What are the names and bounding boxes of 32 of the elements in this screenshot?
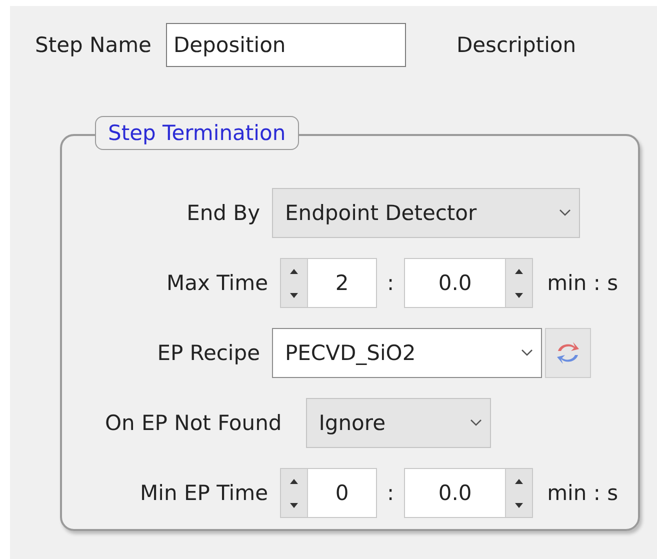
field-label: End By [186,201,260,225]
step-name-label: Step Name [35,33,152,57]
dropdown[interactable]: Endpoint Detector [272,188,580,238]
description-label: Description [456,33,576,57]
dropdown[interactable]: Ignore [306,398,491,448]
up-arrow-icon [515,478,524,484]
refresh-button[interactable] [545,328,591,378]
time-separator: : [387,481,394,505]
up-arrow-icon [515,268,524,274]
chevron-down-icon [559,209,571,217]
up-arrow-icon [290,478,298,484]
field-label: Max Time [166,271,268,295]
field-label: EP Recipe [156,341,260,365]
group-title: Step Termination [95,116,299,150]
down-arrow-icon [290,292,298,298]
unit-label: min : s [547,481,618,505]
seconds-field[interactable]: 0.0 [404,468,534,518]
up-arrow-icon [290,268,298,274]
down-arrow-icon [515,502,524,508]
seconds-field[interactable]: 0.0 [404,258,534,308]
step-name-field[interactable]: Deposition [166,23,406,67]
down-arrow-icon [515,292,524,298]
down-arrow-icon [290,502,298,508]
time-separator: : [387,271,394,295]
minutes-field[interactable]: 2 [280,258,377,308]
unit-label: min : s [547,271,618,295]
field-label: Min EP Time [139,481,268,505]
dropdown[interactable]: PECVD_SiO2 [272,328,542,378]
field-label: On EP Not Found [105,411,282,435]
minutes-field[interactable]: 0 [280,468,377,518]
chevron-down-icon [521,349,533,357]
chevron-down-icon [470,419,482,427]
